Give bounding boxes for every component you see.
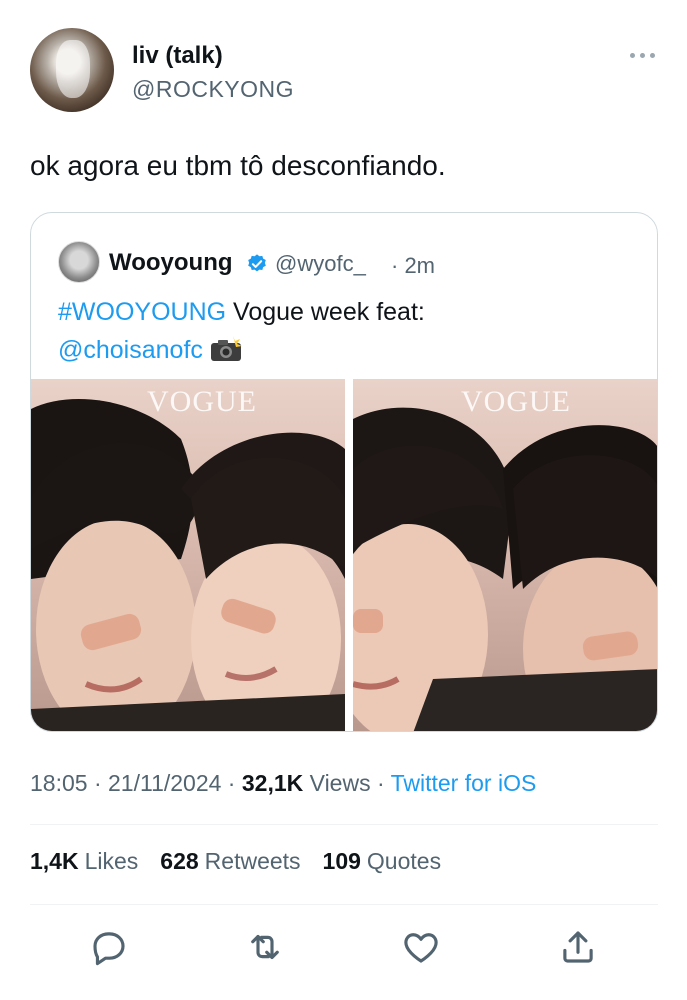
quotes-count: 109 <box>322 848 361 874</box>
meta-separator: · <box>221 770 242 796</box>
tweet-header: liv (talk) @ROCKYONG <box>30 28 660 118</box>
likes-stat[interactable]: 1,4K Likes <box>30 848 138 874</box>
views-count: 32,1K <box>241 770 304 796</box>
hashtag-link[interactable]: #WOOYOUNG <box>58 298 226 326</box>
quoted-tweet-time[interactable]: · 2m <box>391 253 435 279</box>
mention-link[interactable]: @choisanofc <box>58 336 203 364</box>
verified-badge-icon <box>248 254 266 272</box>
vogue-watermark: VOGUE <box>147 385 257 418</box>
camera-flash-icon <box>209 335 243 361</box>
meta-separator: · <box>87 770 109 796</box>
retweets-stat[interactable]: 628 Retweets <box>160 848 300 874</box>
vogue-watermark: VOGUE <box>461 385 571 418</box>
divider <box>30 824 658 825</box>
tweet-text: ok agora eu tbm tô desconfiando. <box>30 150 446 181</box>
tweet-source-link[interactable]: Twitter for iOS <box>391 770 537 796</box>
retweet-icon[interactable] <box>244 926 286 968</box>
quotes-label: Quotes <box>366 848 442 874</box>
tweet-metadata: 18:05 · 21/11/2024 · 32,1K Views · Twitt… <box>30 770 536 797</box>
retweets-label: Retweets <box>204 848 301 874</box>
meta-separator: · <box>370 770 391 796</box>
tweet-time[interactable]: 18:05 <box>30 770 88 796</box>
quoted-tweet-card[interactable]: Wooyoung @wyofc_ · 2m #WOOYOUNG Vogue we… <box>30 212 658 732</box>
likes-label: Likes <box>84 848 139 874</box>
likes-count: 1,4K <box>30 848 79 874</box>
action-bar <box>30 920 658 980</box>
quoted-author-avatar[interactable] <box>58 241 100 283</box>
author-display-name[interactable]: liv (talk) <box>132 42 223 70</box>
share-icon[interactable] <box>557 926 599 968</box>
author-avatar[interactable] <box>30 28 114 112</box>
views-label: Views <box>303 770 371 796</box>
media-photo-1[interactable]: VOGUE <box>31 379 345 731</box>
like-heart-icon[interactable] <box>400 926 442 968</box>
more-options-icon[interactable] <box>630 50 660 60</box>
author-handle[interactable]: @ROCKYONG <box>132 76 294 103</box>
divider <box>30 904 658 905</box>
tweet-date[interactable]: 21/11/2024 <box>108 770 221 796</box>
quoted-author-name[interactable]: Wooyoung <box>109 249 233 277</box>
reply-icon[interactable] <box>88 926 130 968</box>
media-photo-2[interactable]: VOGUE <box>353 379 657 731</box>
quotes-stat[interactable]: 109 Quotes <box>323 848 442 874</box>
quoted-author-handle[interactable]: @wyofc_ <box>275 251 366 277</box>
quoted-tweet-text: #WOOYOUNG Vogue week feat: @choisanofc <box>58 293 638 369</box>
quoted-text-body: Vogue week feat: <box>226 298 425 326</box>
engagement-stats: 1,4K Likes 628 Retweets 109 Quotes <box>30 848 463 875</box>
retweets-count: 628 <box>160 848 199 874</box>
